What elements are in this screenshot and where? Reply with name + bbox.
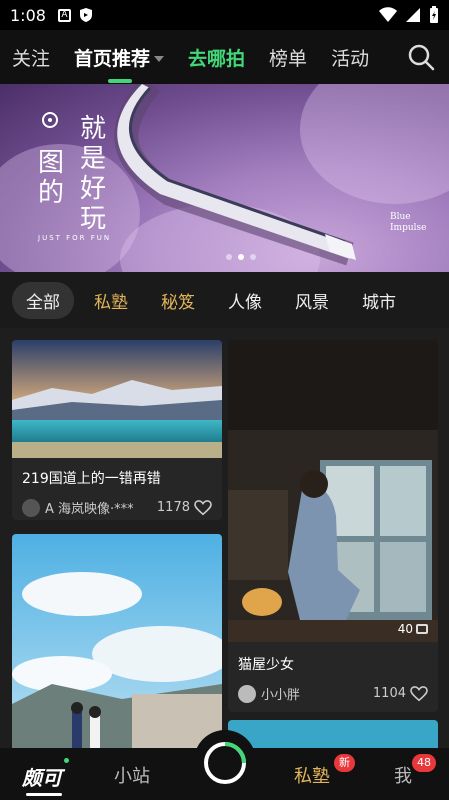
tab-where-to-shoot[interactable]: 去哪拍 bbox=[188, 44, 245, 71]
status-bar: 1:08 A bbox=[0, 0, 449, 30]
card-author[interactable]: 小小胖 bbox=[261, 684, 300, 703]
card-likes: 1104 bbox=[372, 685, 428, 702]
feed-card[interactable]: 219国道上的一错再错 A 海岚映像·*** 1178 bbox=[12, 340, 222, 520]
card-photo bbox=[12, 534, 222, 748]
nav-station[interactable]: 小站 bbox=[114, 762, 150, 788]
logo-circle-icon bbox=[42, 112, 58, 128]
category-city[interactable]: 城市 bbox=[362, 288, 396, 313]
card-title: 219国道上的一错再错 bbox=[22, 471, 161, 487]
banner-carousel[interactable]: 就是好玩 图的 JUST FOR FUN Blue Impulse bbox=[0, 84, 449, 272]
photo-feed[interactable]: 219国道上的一错再错 A 海岚映像·*** 1178 40 猫屋少女 小小胖 … bbox=[0, 328, 449, 748]
card-likes: 1178 bbox=[156, 499, 212, 516]
top-nav: 关注 首页推荐 去哪拍 榜单 活动 bbox=[0, 30, 449, 84]
nav-me[interactable]: 我 bbox=[394, 762, 412, 788]
carousel-dot[interactable] bbox=[226, 254, 232, 260]
like-count: 1104 bbox=[372, 686, 406, 701]
feed-card[interactable]: 40 猫屋少女 小小胖 1104 bbox=[228, 340, 438, 712]
card-meta: 小小胖 1104 bbox=[228, 684, 438, 703]
status-time: 1:08 bbox=[10, 5, 46, 25]
category-all[interactable]: 全部 bbox=[12, 281, 74, 319]
banner-caption-line-2: Impulse bbox=[390, 223, 427, 233]
heart-icon[interactable] bbox=[410, 685, 428, 702]
active-nav-indicator bbox=[26, 793, 62, 796]
home-dot-indicator bbox=[64, 758, 69, 763]
card-photo bbox=[228, 340, 438, 642]
shield-icon bbox=[79, 8, 92, 22]
heart-icon[interactable] bbox=[194, 499, 212, 516]
signal-icon bbox=[406, 8, 420, 22]
feed-card[interactable] bbox=[228, 720, 438, 748]
card-photo bbox=[12, 340, 222, 458]
tab-rankings[interactable]: 榜单 bbox=[269, 44, 307, 71]
carousel-dots bbox=[226, 254, 256, 260]
a-badge-icon: A bbox=[57, 8, 71, 22]
banner-title-line-2: 图的 bbox=[38, 148, 65, 208]
wifi-icon bbox=[379, 7, 397, 22]
carousel-dot-active[interactable] bbox=[238, 254, 244, 260]
new-badge: 新 bbox=[334, 754, 355, 772]
category-private-school[interactable]: 私塾 bbox=[94, 288, 128, 313]
photo-count: 40 bbox=[397, 622, 413, 636]
banner-tagline: JUST FOR FUN bbox=[38, 234, 112, 242]
nav-home[interactable]: 颇可 bbox=[22, 762, 62, 791]
nav-private-school[interactable]: 私塾 bbox=[294, 762, 330, 788]
category-bar: 全部 私塾 秘笈 人像 风景 城市 bbox=[0, 272, 449, 328]
category-portrait[interactable]: 人像 bbox=[228, 288, 262, 313]
active-tab-indicator bbox=[108, 78, 133, 83]
tab-follow[interactable]: 关注 bbox=[12, 44, 50, 71]
avatar[interactable] bbox=[22, 498, 40, 517]
notification-badge: 48 bbox=[412, 754, 436, 772]
tab-recommended-label: 首页推荐 bbox=[74, 47, 151, 70]
tabs-fade bbox=[371, 30, 401, 84]
banner-caption: Blue Impulse bbox=[390, 212, 426, 234]
avatar[interactable] bbox=[238, 684, 256, 703]
tab-events[interactable]: 活动 bbox=[331, 44, 369, 71]
tab-recommended[interactable]: 首页推荐 bbox=[74, 44, 165, 83]
search-icon[interactable] bbox=[407, 43, 435, 71]
like-count: 1178 bbox=[156, 500, 190, 515]
stack-icon bbox=[416, 624, 428, 634]
category-landscape[interactable]: 风景 bbox=[295, 288, 329, 313]
category-secrets[interactable]: 秘笈 bbox=[161, 288, 195, 313]
camera-icon bbox=[204, 742, 246, 784]
camera-button[interactable] bbox=[194, 730, 256, 792]
banner-caption-line-1: Blue bbox=[390, 212, 411, 222]
carousel-dot[interactable] bbox=[250, 254, 256, 260]
feed-card[interactable] bbox=[12, 534, 222, 748]
photo-count-badge: 40 bbox=[398, 622, 428, 636]
card-author[interactable]: A 海岚映像·*** bbox=[45, 498, 134, 517]
chevron-down-icon[interactable] bbox=[154, 56, 165, 62]
card-title: 猫屋少女 bbox=[238, 657, 294, 673]
banner-title-line-1: 就是好玩 bbox=[80, 114, 107, 234]
card-meta: A 海岚映像·*** 1178 bbox=[12, 498, 222, 517]
battery-icon bbox=[430, 6, 438, 23]
